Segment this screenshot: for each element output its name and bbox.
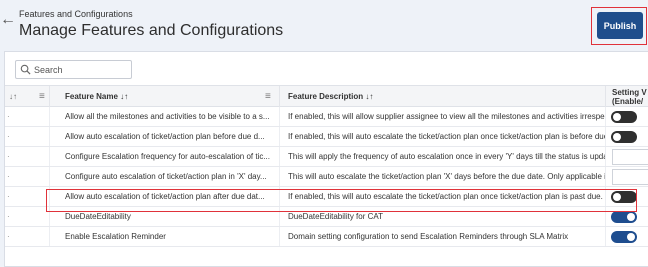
breadcrumb[interactable]: Features and Configurations [19, 9, 133, 19]
feature-description-cell: If enabled, this will allow supplier ass… [279, 107, 605, 126]
table-row[interactable]: · Allow all the milestones and activitie… [5, 107, 648, 127]
feature-name-cell: Allow auto escalation of ticket/action p… [49, 187, 279, 206]
column-header-feature-description[interactable]: Feature Description ↓↑ [279, 86, 605, 107]
feature-name-cell: Configure auto escalation of ticket/acti… [49, 167, 279, 186]
feature-name-cell: Configure Escalation frequency for auto-… [49, 147, 279, 166]
row-select-cell[interactable]: · [5, 167, 49, 186]
feature-name-cell: Allow all the milestones and activities … [49, 107, 279, 126]
table-header: ↓↑ ≡ Feature Name ↓↑ ≡ Feature Descripti… [5, 85, 648, 107]
feature-description-cell: This will auto escalate the ticket/actio… [279, 167, 605, 186]
setting-toggle[interactable] [611, 191, 637, 203]
row-select-cell[interactable]: · [5, 207, 49, 226]
toggle-knob [627, 233, 635, 241]
table-row[interactable]: · Enable Escalation Reminder Domain sett… [5, 227, 648, 247]
row-select-cell[interactable]: · [5, 187, 49, 206]
setting-header-line2: (Enable/ [612, 97, 644, 106]
column-header-feature-name[interactable]: Feature Name ↓↑ [49, 86, 279, 107]
row-select-cell[interactable]: · [5, 107, 49, 126]
setting-cell [605, 167, 648, 186]
search-box[interactable] [15, 60, 132, 79]
setting-number-input[interactable] [612, 149, 648, 165]
setting-cell [605, 207, 648, 226]
toggle-knob [613, 133, 621, 141]
table-row[interactable]: · DueDateEditability DueDateEditability … [5, 207, 648, 227]
feature-name-cell: DueDateEditability [49, 207, 279, 226]
feature-description-cell: If enabled, this will auto escalate the … [279, 127, 605, 146]
column-header-sort[interactable]: ↓↑ [5, 86, 35, 107]
table-row[interactable]: · Allow auto escalation of ticket/action… [5, 187, 648, 207]
setting-cell [605, 127, 648, 146]
toggle-knob [613, 193, 621, 201]
feature-name-cell: Enable Escalation Reminder [49, 227, 279, 246]
page-header: ← Features and Configurations Manage Fea… [0, 0, 648, 48]
setting-number-input[interactable] [612, 169, 648, 185]
feature-name-cell: Allow auto escalation of ticket/action p… [49, 127, 279, 146]
toggle-knob [627, 213, 635, 221]
row-select-cell[interactable]: · [5, 227, 49, 246]
column-menu-icon[interactable]: ≡ [39, 86, 45, 107]
setting-toggle[interactable] [611, 231, 637, 243]
features-card: ↓↑ ≡ Feature Name ↓↑ ≡ Feature Descripti… [4, 51, 648, 267]
row-select-cell[interactable]: · [5, 127, 49, 146]
column-menu-icon[interactable]: ≡ [265, 86, 271, 107]
setting-cell [605, 107, 648, 126]
page-title: Manage Features and Configurations [19, 22, 284, 39]
column-header-setting-value[interactable]: Setting V (Enable/ [605, 86, 648, 107]
toggle-knob [613, 113, 621, 121]
features-table: ↓↑ ≡ Feature Name ↓↑ ≡ Feature Descripti… [5, 85, 648, 247]
table-row[interactable]: · Allow auto escalation of ticket/action… [5, 127, 648, 147]
setting-cell [605, 187, 648, 206]
feature-description-cell: If enabled, this will auto escalate the … [279, 187, 605, 206]
setting-cell [605, 227, 648, 246]
search-input[interactable] [34, 63, 128, 76]
feature-description-cell: This will apply the frequency of auto es… [279, 147, 605, 166]
setting-header-line1: Setting V [612, 88, 647, 97]
table-row[interactable]: · Configure Escalation frequency for aut… [5, 147, 648, 167]
setting-toggle[interactable] [611, 111, 637, 123]
search-icon [20, 64, 31, 75]
arrow-left-icon[interactable]: ← [0, 12, 16, 28]
publish-button[interactable]: Publish [597, 12, 643, 39]
setting-toggle[interactable] [611, 211, 637, 223]
feature-description-cell: Domain setting configuration to send Esc… [279, 227, 605, 246]
table-row[interactable]: · Configure auto escalation of ticket/ac… [5, 167, 648, 187]
row-select-cell[interactable]: · [5, 147, 49, 166]
setting-cell [605, 147, 648, 166]
setting-toggle[interactable] [611, 131, 637, 143]
feature-description-cell: DueDateEditability for CAT [279, 207, 605, 226]
